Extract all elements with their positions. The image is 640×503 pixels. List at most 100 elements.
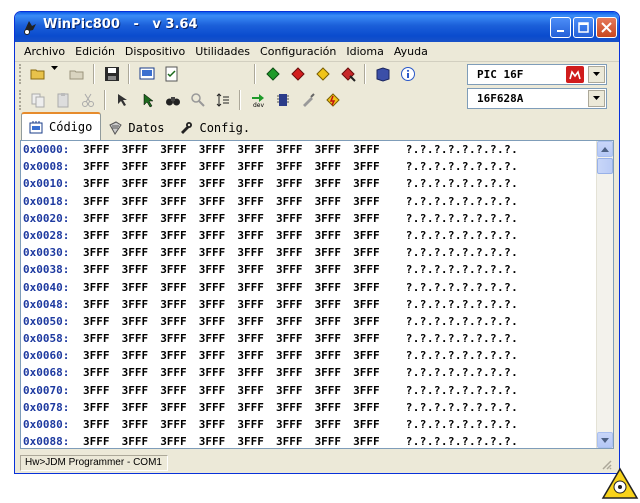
minimize-button[interactable] bbox=[550, 17, 571, 38]
copy-button[interactable] bbox=[26, 89, 49, 111]
view-button[interactable] bbox=[135, 63, 158, 85]
goto-line-button[interactable] bbox=[211, 89, 234, 111]
memory-word[interactable]: 3FFF bbox=[160, 141, 199, 158]
memory-word[interactable]: 3FFF bbox=[160, 433, 199, 448]
memory-word[interactable]: 3FFF bbox=[353, 158, 392, 175]
test-hardware-button[interactable] bbox=[296, 89, 319, 111]
memory-word[interactable]: 3FFF bbox=[315, 416, 354, 433]
memory-word[interactable]: 3FFF bbox=[353, 244, 392, 261]
memory-word[interactable]: 3FFF bbox=[237, 364, 276, 381]
memory-word[interactable]: 3FFF bbox=[276, 193, 315, 210]
device-model-dropdown-button[interactable] bbox=[588, 90, 605, 107]
memory-word[interactable]: 3FFF bbox=[83, 210, 122, 227]
memory-word[interactable]: 3FFF bbox=[237, 382, 276, 399]
memory-word[interactable]: 3FFF bbox=[199, 347, 238, 364]
memory-word[interactable]: 3FFF bbox=[315, 382, 354, 399]
hardware-settings-button[interactable] bbox=[271, 89, 294, 111]
paste-button[interactable] bbox=[51, 89, 74, 111]
memory-word[interactable]: 3FFF bbox=[199, 313, 238, 330]
memory-word[interactable]: 3FFF bbox=[83, 175, 122, 192]
find-button[interactable] bbox=[161, 89, 184, 111]
memory-word[interactable]: 3FFF bbox=[315, 399, 354, 416]
memory-word[interactable]: 3FFF bbox=[353, 330, 392, 347]
memory-word[interactable]: 3FFF bbox=[199, 261, 238, 278]
memory-word[interactable]: 3FFF bbox=[315, 279, 354, 296]
tab-codigo[interactable]: Código bbox=[21, 112, 102, 140]
memory-word[interactable]: 3FFF bbox=[353, 347, 392, 364]
memory-word[interactable]: 3FFF bbox=[276, 330, 315, 347]
memory-word[interactable]: 3FFF bbox=[315, 175, 354, 192]
memory-word[interactable]: 3FFF bbox=[353, 141, 392, 158]
memory-word[interactable]: 3FFF bbox=[160, 210, 199, 227]
memory-word[interactable]: 3FFF bbox=[315, 313, 354, 330]
memory-word[interactable]: 3FFF bbox=[83, 141, 122, 158]
memory-word[interactable]: 3FFF bbox=[122, 382, 161, 399]
erase-button[interactable] bbox=[336, 63, 359, 85]
memory-word[interactable]: 3FFF bbox=[160, 313, 199, 330]
memory-word[interactable]: 3FFF bbox=[276, 296, 315, 313]
reload-button[interactable] bbox=[65, 63, 88, 85]
memory-word[interactable]: 3FFF bbox=[160, 158, 199, 175]
memory-word[interactable]: 3FFF bbox=[199, 141, 238, 158]
memory-word[interactable]: 3FFF bbox=[315, 227, 354, 244]
memory-word[interactable]: 3FFF bbox=[276, 433, 315, 448]
vertical-scrollbar[interactable] bbox=[596, 141, 613, 448]
device-family-dropdown-button[interactable] bbox=[588, 66, 605, 83]
memory-word[interactable]: 3FFF bbox=[315, 364, 354, 381]
memory-word[interactable]: 3FFF bbox=[160, 347, 199, 364]
memory-word[interactable]: 3FFF bbox=[160, 364, 199, 381]
memory-word[interactable]: 3FFF bbox=[122, 279, 161, 296]
menu-idioma[interactable]: Idioma bbox=[341, 45, 388, 58]
tab-datos[interactable]: Datos bbox=[101, 116, 172, 140]
memory-word[interactable]: 3FFF bbox=[276, 382, 315, 399]
memory-word[interactable]: 3FFF bbox=[122, 347, 161, 364]
open-dropdown-button[interactable] bbox=[51, 63, 63, 85]
detect-device-button[interactable]: dev bbox=[246, 89, 269, 111]
verify-button[interactable] bbox=[311, 63, 334, 85]
memory-word[interactable]: 3FFF bbox=[353, 175, 392, 192]
open-button[interactable] bbox=[26, 63, 49, 85]
memory-word[interactable]: 3FFF bbox=[237, 433, 276, 448]
memory-word[interactable]: 3FFF bbox=[122, 193, 161, 210]
scroll-thumb[interactable] bbox=[597, 158, 613, 174]
memory-word[interactable]: 3FFF bbox=[199, 279, 238, 296]
memory-word[interactable]: 3FFF bbox=[237, 296, 276, 313]
about-button[interactable] bbox=[396, 63, 419, 85]
memory-word[interactable]: 3FFF bbox=[83, 261, 122, 278]
memory-word[interactable]: 3FFF bbox=[199, 158, 238, 175]
memory-word[interactable]: 3FFF bbox=[276, 399, 315, 416]
memory-word[interactable]: 3FFF bbox=[276, 313, 315, 330]
memory-word[interactable]: 3FFF bbox=[199, 399, 238, 416]
memory-word[interactable]: 3FFF bbox=[353, 227, 392, 244]
memory-word[interactable]: 3FFF bbox=[353, 261, 392, 278]
memory-word[interactable]: 3FFF bbox=[315, 296, 354, 313]
close-button[interactable] bbox=[596, 17, 617, 38]
memory-word[interactable]: 3FFF bbox=[199, 175, 238, 192]
code-memory-view[interactable]: 0x0000: 3FFF 3FFF 3FFF 3FFF 3FFF 3FFF 3FFF 3FFF?… bbox=[20, 140, 614, 449]
memory-word[interactable]: 3FFF bbox=[199, 227, 238, 244]
memory-word[interactable]: 3FFF bbox=[122, 175, 161, 192]
memory-word[interactable]: 3FFF bbox=[353, 364, 392, 381]
maximize-button[interactable] bbox=[573, 17, 594, 38]
memory-word[interactable]: 3FFF bbox=[199, 296, 238, 313]
menu-ayuda[interactable]: Ayuda bbox=[389, 45, 433, 58]
memory-word[interactable]: 3FFF bbox=[276, 227, 315, 244]
memory-word[interactable]: 3FFF bbox=[353, 193, 392, 210]
select-range-button[interactable] bbox=[111, 89, 134, 111]
memory-word[interactable]: 3FFF bbox=[122, 330, 161, 347]
memory-word[interactable]: 3FFF bbox=[237, 244, 276, 261]
save-button[interactable] bbox=[100, 63, 123, 85]
memory-word[interactable]: 3FFF bbox=[122, 296, 161, 313]
memory-word[interactable]: 3FFF bbox=[237, 279, 276, 296]
memory-word[interactable]: 3FFF bbox=[160, 416, 199, 433]
memory-word[interactable]: 3FFF bbox=[315, 347, 354, 364]
memory-word[interactable]: 3FFF bbox=[122, 433, 161, 448]
memory-word[interactable]: 3FFF bbox=[353, 210, 392, 227]
memory-word[interactable]: 3FFF bbox=[353, 399, 392, 416]
memory-word[interactable]: 3FFF bbox=[315, 261, 354, 278]
menu-utilidades[interactable]: Utilidades bbox=[190, 45, 255, 58]
memory-word[interactable]: 3FFF bbox=[237, 141, 276, 158]
read-all-button[interactable] bbox=[261, 63, 284, 85]
memory-word[interactable]: 3FFF bbox=[160, 382, 199, 399]
memory-word[interactable]: 3FFF bbox=[276, 347, 315, 364]
